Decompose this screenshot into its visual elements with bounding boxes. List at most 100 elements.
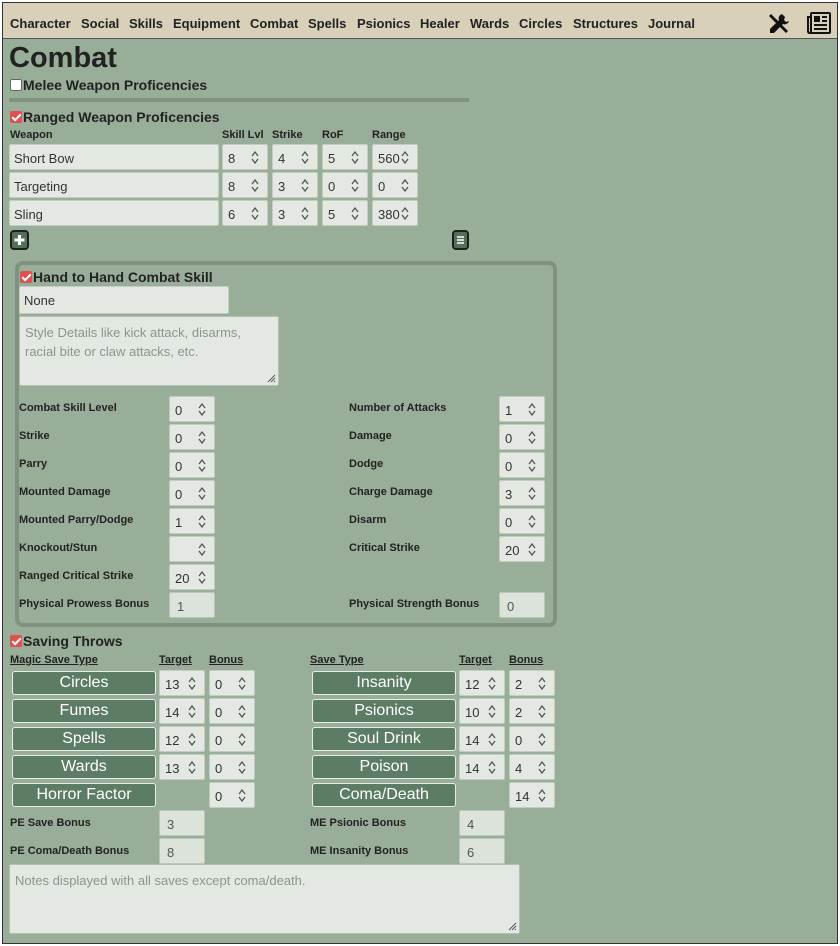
bonus-stepper[interactable]: 0 [209,754,255,780]
newspaper-icon[interactable] [807,12,831,34]
dodge-stepper[interactable]: 0 [499,452,545,478]
target-stepper[interactable]: 12 [159,726,205,752]
stepper-arrows-icon[interactable] [528,543,536,556]
nav-equipment[interactable]: Equipment [173,16,240,31]
stepper-arrows-icon[interactable] [301,151,309,164]
skill-lvl-stepper[interactable]: 8 [222,144,268,170]
stepper-arrows-icon[interactable] [238,733,246,746]
stepper-arrows-icon[interactable] [198,431,206,444]
weapon-name-field[interactable]: Sling [9,200,219,226]
save-button-poison[interactable]: Poison [312,755,456,779]
stepper-arrows-icon[interactable] [198,403,206,416]
stepper-arrows-icon[interactable] [488,761,496,774]
bonus-stepper[interactable]: 0 [209,726,255,752]
disarm-stepper[interactable]: 0 [499,508,545,534]
stepper-arrows-icon[interactable] [401,207,409,220]
bonus-stepper[interactable]: 0 [509,726,555,752]
range-stepper[interactable]: 0 [372,172,418,198]
weapon-name-field[interactable]: Short Bow [9,144,219,170]
nav-skills[interactable]: Skills [129,16,163,31]
stepper-arrows-icon[interactable] [251,207,259,220]
melee-checkbox[interactable] [10,79,22,91]
stepper-arrows-icon[interactable] [188,705,196,718]
critical-strike-stepper[interactable]: 20 [499,536,545,562]
charge-damage-stepper[interactable]: 3 [499,480,545,506]
nav-circles[interactable]: Circles [519,16,562,31]
target-stepper[interactable]: 12 [459,670,505,696]
strike-stepper[interactable]: 0 [169,424,215,450]
stepper-arrows-icon[interactable] [528,487,536,500]
bonus-stepper[interactable]: 2 [509,670,555,696]
bonus-stepper[interactable]: 2 [509,698,555,724]
stepper-arrows-icon[interactable] [351,179,359,192]
skill-lvl-stepper[interactable]: 6 [222,200,268,226]
bonus-stepper[interactable]: 0 [209,782,255,808]
resize-grip-icon[interactable] [508,922,517,931]
bonus-stepper[interactable]: 0 [209,698,255,724]
save-button-insanity[interactable]: Insanity [312,671,456,695]
target-stepper[interactable]: 10 [459,698,505,724]
stepper-arrows-icon[interactable] [251,151,259,164]
mounted-parry-dodge-stepper[interactable]: 1 [169,508,215,534]
stepper-arrows-icon[interactable] [538,733,546,746]
stepper-arrows-icon[interactable] [528,459,536,472]
melee-toggle[interactable]: Melee Weapon Proficencies [10,77,207,93]
nav-psionics[interactable]: Psionics [357,16,410,31]
h2h-checkbox[interactable] [20,271,32,283]
stepper-arrows-icon[interactable] [198,515,206,528]
stepper-arrows-icon[interactable] [188,761,196,774]
bonus-stepper[interactable]: 0 [209,670,255,696]
stepper-arrows-icon[interactable] [538,705,546,718]
nav-journal[interactable]: Journal [648,16,695,31]
strike-stepper[interactable]: 3 [272,200,318,226]
h2h-toggle[interactable]: Hand to Hand Combat Skill [20,269,213,285]
style-details-textarea[interactable]: Style Details like kick attack, disarms,… [19,316,279,386]
stepper-arrows-icon[interactable] [351,151,359,164]
stepper-arrows-icon[interactable] [238,705,246,718]
stepper-arrows-icon[interactable] [238,761,246,774]
range-stepper[interactable]: 380 [372,200,418,226]
ranged-checkbox[interactable] [10,111,22,123]
stepper-arrows-icon[interactable] [198,571,206,584]
weapon-name-field[interactable]: Targeting [9,172,219,198]
stepper-arrows-icon[interactable] [301,207,309,220]
stepper-arrows-icon[interactable] [188,677,196,690]
knockout-stun-stepper[interactable] [169,536,215,562]
parry-stepper[interactable]: 0 [169,452,215,478]
target-stepper[interactable]: 14 [159,698,205,724]
nav-wards[interactable]: Wards [470,16,509,31]
ranged-toggle[interactable]: Ranged Weapon Proficencies [10,109,220,125]
stepper-arrows-icon[interactable] [401,179,409,192]
stepper-arrows-icon[interactable] [538,677,546,690]
target-stepper[interactable]: 14 [459,726,505,752]
bonus-stepper[interactable]: 14 [509,782,555,808]
rof-stepper[interactable]: 5 [322,200,368,226]
stepper-arrows-icon[interactable] [538,761,546,774]
stepper-arrows-icon[interactable] [198,487,206,500]
target-stepper[interactable]: 13 [159,754,205,780]
save-button-wards[interactable]: Wards [12,755,156,779]
nav-social[interactable]: Social [81,16,119,31]
save-notes-textarea[interactable]: Notes displayed with all saves except co… [9,864,520,934]
strike-stepper[interactable]: 4 [272,144,318,170]
nav-spells[interactable]: Spells [308,16,346,31]
stepper-arrows-icon[interactable] [198,459,206,472]
save-button-fumes[interactable]: Fumes [12,699,156,723]
stepper-arrows-icon[interactable] [351,207,359,220]
stepper-arrows-icon[interactable] [488,733,496,746]
save-button-spells[interactable]: Spells [12,727,156,751]
nav-healer[interactable]: Healer [420,16,460,31]
nav-combat[interactable]: Combat [250,16,298,31]
stepper-arrows-icon[interactable] [528,403,536,416]
save-button-soul-drink[interactable]: Soul Drink [312,727,456,751]
save-button-coma-death[interactable]: Coma/Death [312,783,456,807]
saves-checkbox[interactable] [10,635,22,647]
weapon-menu-button[interactable] [452,230,469,250]
add-weapon-button[interactable] [10,230,29,250]
stepper-arrows-icon[interactable] [198,543,206,556]
stepper-arrows-icon[interactable] [301,179,309,192]
stepper-arrows-icon[interactable] [538,789,546,802]
target-stepper[interactable]: 13 [159,670,205,696]
strike-stepper[interactable]: 3 [272,172,318,198]
stepper-arrows-icon[interactable] [238,677,246,690]
